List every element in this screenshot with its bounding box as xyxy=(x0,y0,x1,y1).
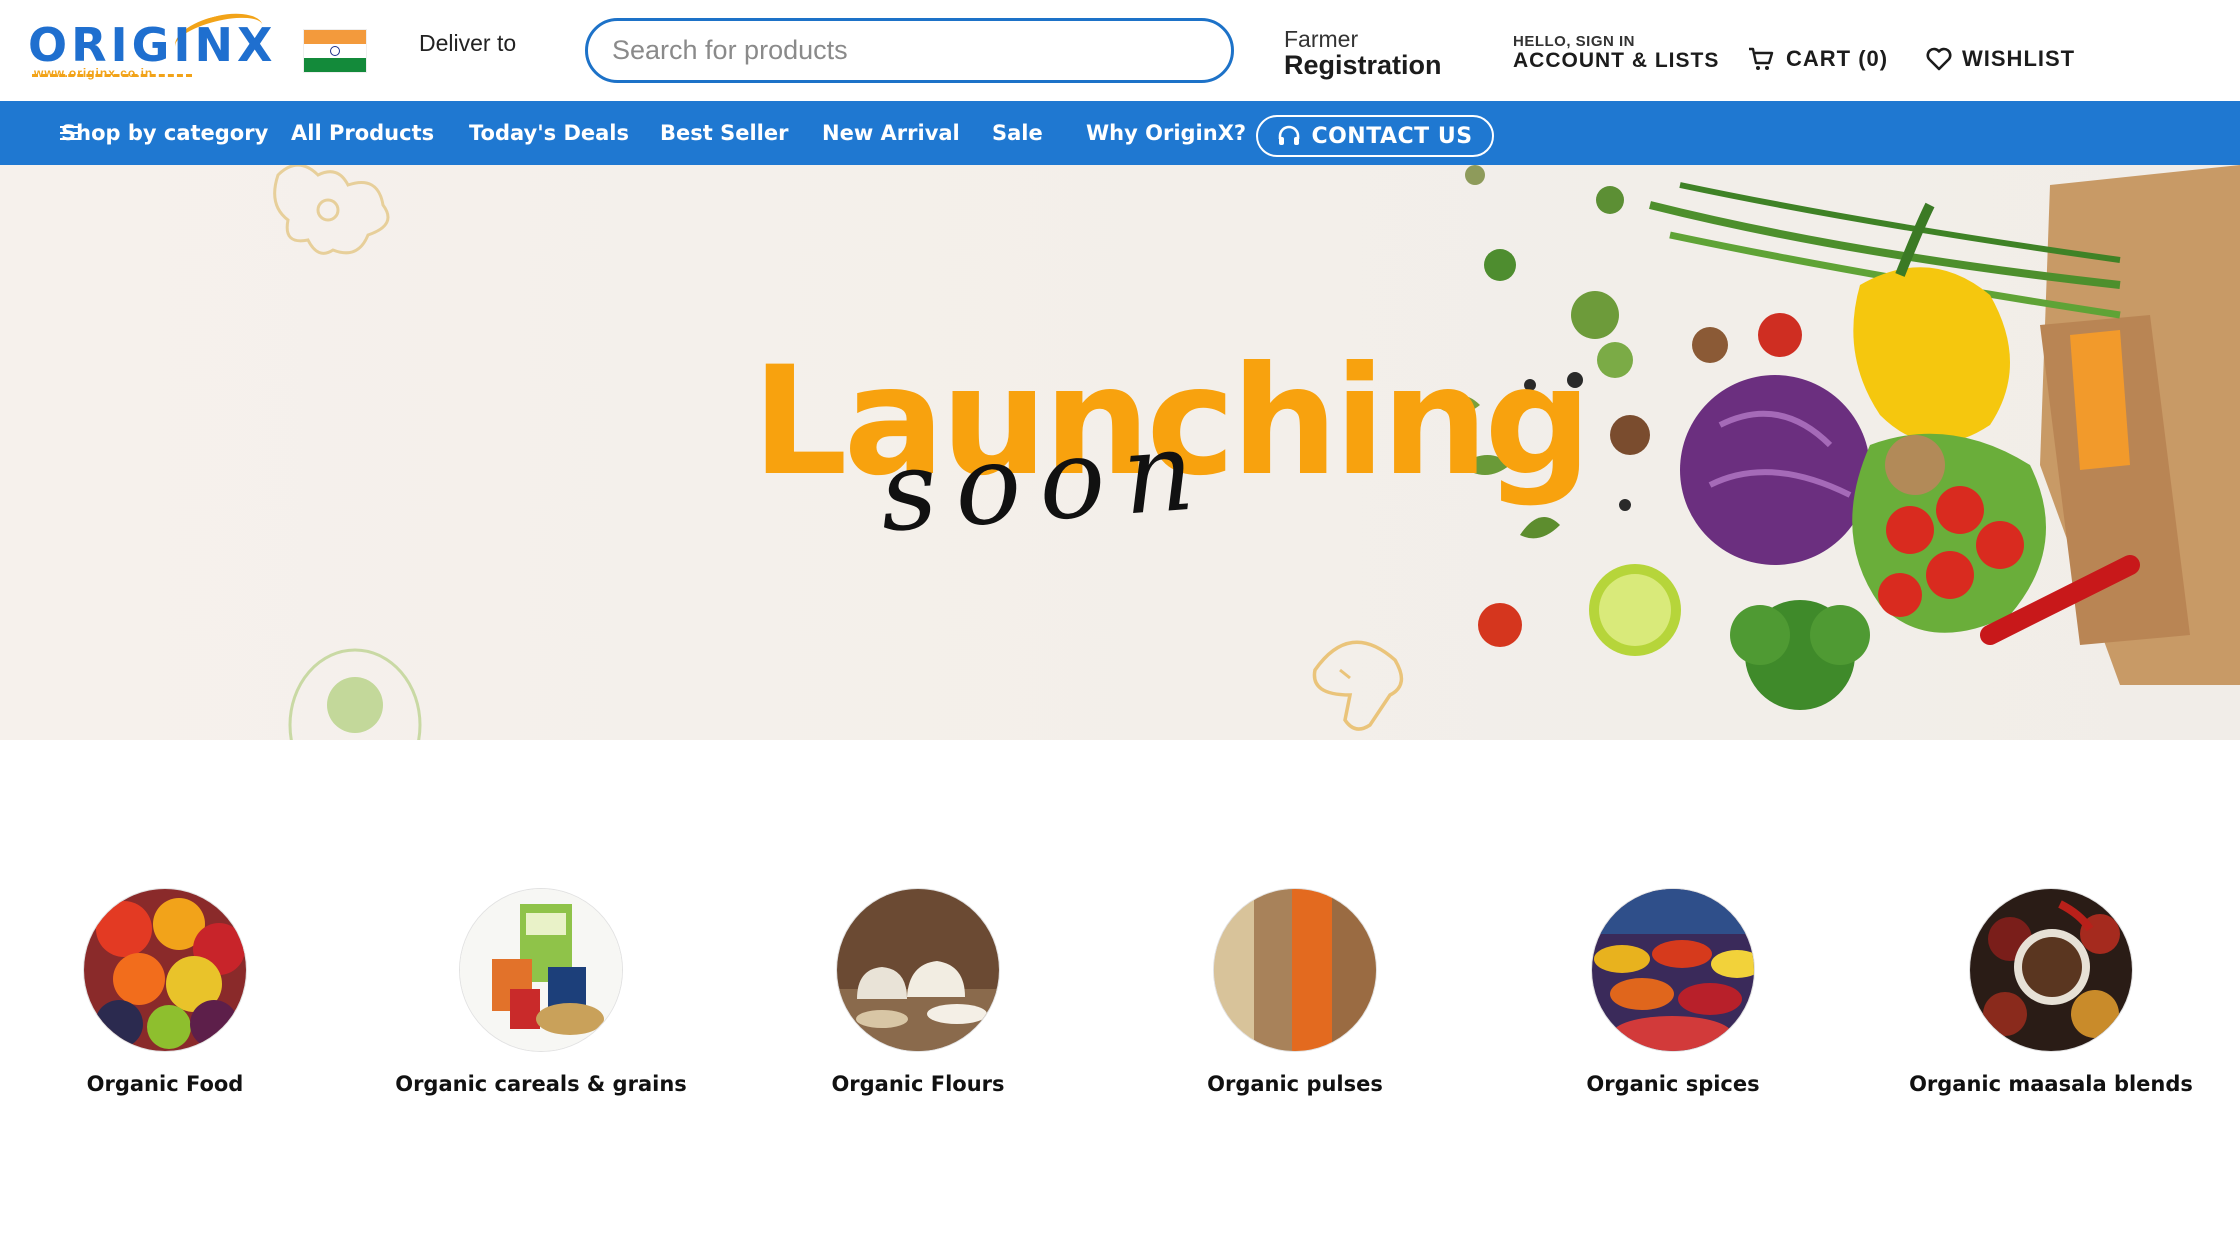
account-lists-label: ACCOUNT & LISTS xyxy=(1513,48,1720,72)
cart-label: CART (0) xyxy=(1786,46,1889,71)
category-organic-cereals-grains[interactable]: Organic careals & grains xyxy=(376,888,706,1096)
category-label: Organic Food xyxy=(86,1072,244,1096)
category-image[interactable] xyxy=(836,888,1000,1052)
category-label: Organic Flours xyxy=(831,1072,1005,1096)
category-image[interactable] xyxy=(1591,888,1755,1052)
contact-us-label: CONTACT US xyxy=(1311,123,1473,149)
category-organic-masala-blends[interactable]: Organic maasala blends xyxy=(1886,888,2216,1096)
category-label: Organic maasala blends xyxy=(1909,1072,2193,1096)
category-label: Organic pulses xyxy=(1207,1072,1383,1096)
hero-script-text: soon xyxy=(875,405,1216,557)
wishlist-button[interactable]: WISHLIST xyxy=(1926,46,2075,72)
india-flag-icon[interactable] xyxy=(304,30,366,72)
originx-logo[interactable]: ORIGINX www.originx.co.in xyxy=(24,5,272,86)
category-image[interactable] xyxy=(459,888,623,1052)
nav-shop-by-category[interactable]: Shop by category xyxy=(30,101,268,165)
deliver-to-label[interactable]: Deliver to xyxy=(419,30,516,57)
nav-why-originx[interactable]: Why OriginX? xyxy=(1086,101,1246,165)
registration-label: Registration xyxy=(1284,50,1442,81)
heart-icon xyxy=(1926,47,1952,71)
logo-url-text: www.originx.co.in xyxy=(34,66,154,80)
category-organic-spices[interactable]: Organic spices xyxy=(1508,888,1838,1096)
farmer-registration-link[interactable]: Farmer Registration xyxy=(1284,26,1442,81)
cart-icon xyxy=(1749,47,1774,70)
category-label: Organic spices xyxy=(1586,1072,1760,1096)
sign-in-greeting: HELLO, SIGN IN xyxy=(1513,33,1636,50)
category-organic-pulses[interactable]: Organic pulses xyxy=(1130,888,1460,1096)
nav-shop-by-category-label: Shop by category xyxy=(61,121,269,145)
wishlist-label: WISHLIST xyxy=(1962,46,2076,71)
logo-text: ORIGINX xyxy=(28,18,277,72)
top-header: ORIGINX www.originx.co.in Deliver to Far… xyxy=(0,0,2240,101)
contact-us-button[interactable]: CONTACT US xyxy=(1256,115,1494,157)
nav-todays-deals[interactable]: Today's Deals xyxy=(469,101,629,165)
avocado-sketch-icon xyxy=(288,648,422,740)
search-input[interactable] xyxy=(585,18,1234,83)
mushroom-sketch-icon xyxy=(1312,640,1404,731)
account-and-lists[interactable]: HELLO, SIGN IN ACCOUNT & LISTS xyxy=(1513,34,1719,72)
nav-new-arrival[interactable]: New Arrival xyxy=(822,101,960,165)
nav-sale[interactable]: Sale xyxy=(992,101,1043,165)
category-organic-food[interactable]: Organic Food xyxy=(0,888,330,1096)
category-image[interactable] xyxy=(1213,888,1377,1052)
nav-all-products[interactable]: All Products xyxy=(291,101,434,165)
hero-banner[interactable]: Launching soon xyxy=(0,165,2240,740)
category-image[interactable] xyxy=(1969,888,2133,1052)
headset-icon xyxy=(1279,125,1300,145)
farmer-label: Farmer xyxy=(1284,26,1359,52)
menu-icon xyxy=(60,126,80,140)
category-label: Organic careals & grains xyxy=(395,1072,687,1096)
main-nav: Shop by category All Products Today's De… xyxy=(0,101,2240,165)
category-image[interactable] xyxy=(83,888,247,1052)
nav-best-seller[interactable]: Best Seller xyxy=(660,101,788,165)
category-organic-flours[interactable]: Organic Flours xyxy=(753,888,1083,1096)
cart-button[interactable]: CART (0) xyxy=(1748,46,1888,72)
broccoli-sketch-icon xyxy=(273,165,390,255)
